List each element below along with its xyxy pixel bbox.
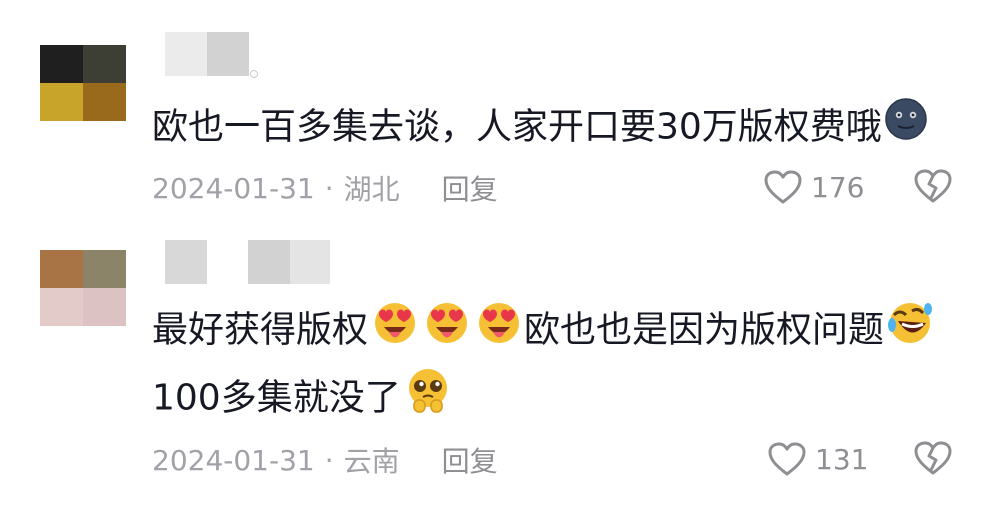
comment-location: 云南 xyxy=(343,445,400,478)
broken-heart-icon xyxy=(914,169,952,203)
comment-text: 欧也一百多集去谈，人家开口要30万版权费哦 xyxy=(152,97,928,160)
comment-date: 2024-01-31 xyxy=(152,443,315,477)
comment-text-line-2: 100多集就没了 xyxy=(152,366,453,433)
username-blurred[interactable] xyxy=(165,240,207,284)
new-moon-face-emoji xyxy=(884,97,928,160)
separator: · xyxy=(324,443,334,477)
like-button[interactable]: 131 xyxy=(767,438,868,480)
avatar[interactable] xyxy=(40,250,126,326)
reply-button[interactable]: 回复 xyxy=(442,440,498,480)
dislike-button[interactable] xyxy=(913,168,953,208)
status-dot xyxy=(250,70,258,78)
rolling-laughing-emoji xyxy=(886,299,934,364)
like-count: 176 xyxy=(811,170,865,204)
comment-text-line-1: 最好获得版权 欧也也是因为版权问题 xyxy=(152,299,934,364)
like-button[interactable]: 176 xyxy=(763,166,864,208)
like-count: 131 xyxy=(815,442,869,476)
comment-item: 欧也一百多集去谈，人家开口要30万版权费哦 2024-01-31 · 湖北 回复… xyxy=(0,0,1000,230)
avatar[interactable] xyxy=(40,45,126,121)
broken-heart-icon xyxy=(914,441,952,475)
comment-meta: 2024-01-31 · 湖北 回复 xyxy=(152,168,498,208)
dislike-button[interactable] xyxy=(913,440,953,480)
heart-icon xyxy=(764,170,802,204)
pleading-emoji xyxy=(403,366,453,433)
username-blurred[interactable] xyxy=(248,240,330,284)
comment-date: 2024-01-31 xyxy=(152,171,315,205)
heart-eyes-emoji xyxy=(474,299,524,364)
heart-eyes-emoji xyxy=(422,299,472,364)
reply-button[interactable]: 回复 xyxy=(442,168,498,208)
comment-meta: 2024-01-31 · 云南 回复 xyxy=(152,440,498,480)
username-blurred[interactable] xyxy=(165,32,249,76)
comment-location: 湖北 xyxy=(343,173,400,206)
heart-eyes-emoji xyxy=(370,299,420,364)
comment-item: 最好获得版权 欧也也是因为版权问题 100多集就没了 2024-01-31 · … xyxy=(0,230,1000,515)
separator: · xyxy=(324,171,334,205)
heart-icon xyxy=(768,442,806,476)
